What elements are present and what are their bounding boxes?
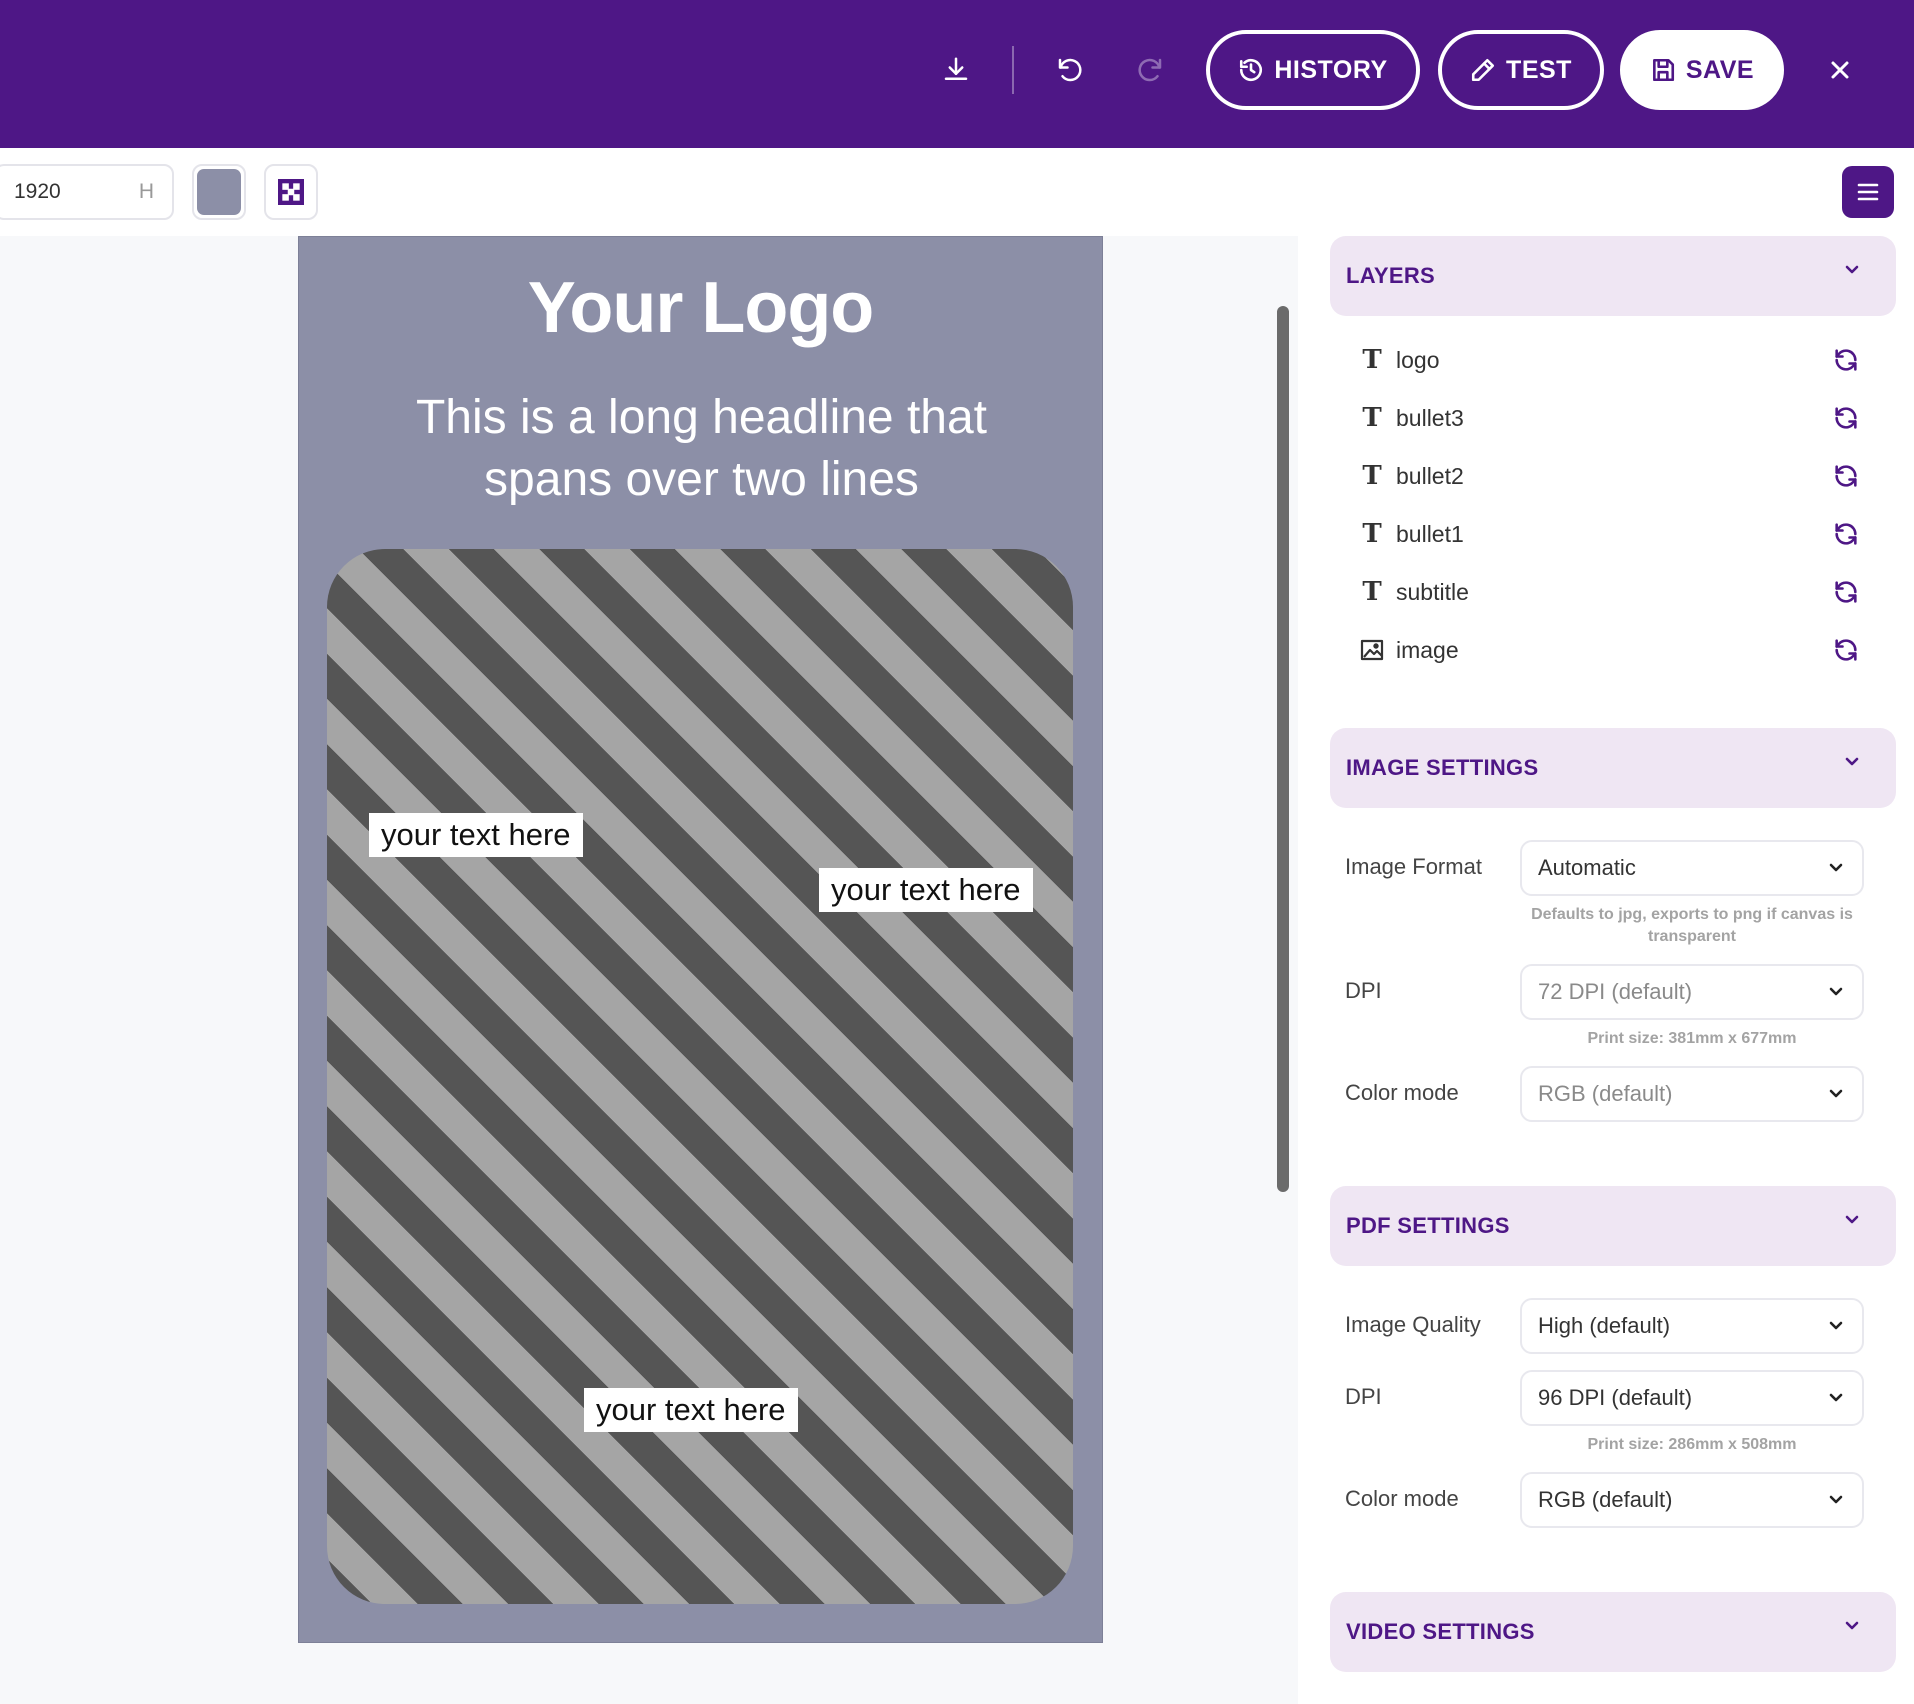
- image-layer-icon: [1360, 638, 1384, 662]
- image-print-size-hint: Print size: 381mm x 677mm: [1587, 1030, 1797, 1047]
- chevron-down-icon: [1845, 1215, 1859, 1224]
- text-layer-icon: T: [1362, 461, 1382, 491]
- pdf-settings-header[interactable]: PDF SETTINGS: [1330, 1186, 1896, 1266]
- image-format-hint: Defaults to jpg, exports to png if canva…: [1531, 906, 1853, 945]
- chevron-down-icon: [1845, 757, 1859, 766]
- pdf-settings-title: PDF SETTINGS: [1346, 1213, 1510, 1238]
- redo-icon[interactable]: [1124, 44, 1176, 96]
- layer-name: image: [1396, 636, 1459, 663]
- video-settings-title: VIDEO SETTINGS: [1346, 1619, 1535, 1644]
- chevron-down-icon: [1829, 1089, 1843, 1098]
- image-dpi-value: 72 DPI (default): [1538, 979, 1693, 1004]
- chevron-down-icon: [1845, 265, 1859, 274]
- layer-name: bullet2: [1396, 462, 1464, 489]
- chevron-down-icon: [1829, 1321, 1843, 1330]
- canvas-height-input[interactable]: 1920 H: [0, 164, 174, 220]
- layer-name: subtitle: [1396, 578, 1469, 605]
- image-dpi-label: DPI: [1345, 978, 1382, 1003]
- layer-item-bullet1[interactable]: T bullet1: [1360, 514, 1860, 554]
- sync-icon[interactable]: [1832, 578, 1860, 606]
- sync-icon[interactable]: [1832, 404, 1860, 432]
- sync-icon[interactable]: [1832, 462, 1860, 490]
- background-color-swatch: [197, 169, 241, 215]
- text-layer-icon: T: [1362, 577, 1382, 607]
- text-layer-icon: T: [1362, 519, 1382, 549]
- canvas-toolbar: 1920 H: [0, 148, 1914, 236]
- layer-item-image[interactable]: image: [1360, 630, 1860, 670]
- video-settings-header[interactable]: VIDEO SETTINGS: [1330, 1592, 1896, 1672]
- text-layer-icon: T: [1362, 345, 1382, 375]
- chevron-down-icon: [1845, 1621, 1859, 1630]
- image-format-label: Image Format: [1345, 854, 1482, 879]
- layer-name: logo: [1396, 346, 1440, 373]
- undo-icon[interactable]: [1044, 44, 1096, 96]
- chevron-down-icon: [1829, 863, 1843, 872]
- pdf-quality-value: High (default): [1538, 1313, 1671, 1338]
- image-settings-header[interactable]: IMAGE SETTINGS: [1330, 728, 1896, 808]
- save-icon: [1652, 58, 1674, 82]
- bullet-chip[interactable]: your text here: [369, 813, 583, 857]
- download-icon[interactable]: [930, 44, 982, 96]
- image-layer[interactable]: your text here your text here your text …: [327, 549, 1073, 1604]
- save-label: SAVE: [1685, 55, 1755, 84]
- pdf-color-mode-value: RGB (default): [1538, 1487, 1673, 1512]
- layer-item-logo[interactable]: T logo: [1360, 340, 1860, 380]
- test-label: TEST: [1506, 55, 1572, 84]
- hamburger-icon: [1857, 183, 1879, 201]
- pdf-color-mode-select[interactable]: RGB (default): [1520, 1472, 1864, 1528]
- image-color-mode-value: RGB (default): [1538, 1081, 1673, 1106]
- pdf-quality-label: Image Quality: [1345, 1312, 1481, 1337]
- toolbar-divider: [1012, 46, 1014, 94]
- sync-icon[interactable]: [1832, 346, 1860, 374]
- layer-item-bullet3[interactable]: T bullet3: [1360, 398, 1860, 438]
- layer-item-subtitle[interactable]: T subtitle: [1360, 572, 1860, 612]
- bullet-chip[interactable]: your text here: [584, 1388, 798, 1432]
- pdf-dpi-select[interactable]: 96 DPI (default): [1520, 1370, 1864, 1426]
- chevron-down-icon: [1829, 987, 1843, 996]
- image-format-value: Automatic: [1538, 855, 1636, 880]
- background-color-picker[interactable]: [192, 164, 246, 220]
- menu-button[interactable]: [1842, 166, 1894, 218]
- close-icon[interactable]: [1814, 44, 1866, 96]
- pdf-print-size-hint: Print size: 286mm x 508mm: [1587, 1436, 1797, 1453]
- layers-title: LAYERS: [1346, 263, 1436, 288]
- pdf-dpi-value: 96 DPI (default): [1538, 1385, 1693, 1410]
- layers-section-header[interactable]: LAYERS: [1330, 236, 1896, 316]
- transparency-toggle[interactable]: [264, 164, 318, 220]
- image-color-mode-label: Color mode: [1345, 1080, 1459, 1105]
- image-dpi-select[interactable]: 72 DPI (default): [1520, 964, 1864, 1020]
- layer-name: bullet3: [1396, 404, 1464, 431]
- pdf-dpi-label: DPI: [1345, 1384, 1382, 1409]
- chevron-down-icon: [1829, 1393, 1843, 1402]
- pencil-icon: [1471, 58, 1495, 82]
- height-unit-label: H: [138, 180, 154, 203]
- history-icon: [1240, 58, 1263, 82]
- height-value: 1920: [14, 180, 61, 203]
- pdf-quality-select[interactable]: High (default): [1520, 1298, 1864, 1354]
- text-layer-icon: T: [1362, 403, 1382, 433]
- image-color-mode-select[interactable]: RGB (default): [1520, 1066, 1864, 1122]
- pdf-color-mode-label: Color mode: [1345, 1486, 1459, 1511]
- design-artboard[interactable]: Your Logo This is a long headline that s…: [298, 236, 1103, 1643]
- layer-item-bullet2[interactable]: T bullet2: [1360, 456, 1860, 496]
- logo-layer[interactable]: Your Logo: [299, 267, 1102, 349]
- history-label: HISTORY: [1274, 55, 1388, 84]
- test-button[interactable]: TEST: [1438, 30, 1604, 110]
- save-button[interactable]: SAVE: [1620, 30, 1784, 110]
- canvas-scrollbar[interactable]: [1277, 306, 1289, 1192]
- bullet-chip[interactable]: your text here: [819, 868, 1033, 912]
- checkerboard-icon: [278, 179, 304, 205]
- image-format-select[interactable]: Automatic: [1520, 840, 1864, 896]
- headline-layer[interactable]: This is a long headline that spans over …: [359, 387, 1044, 511]
- sync-icon[interactable]: [1832, 520, 1860, 548]
- image-settings-title: IMAGE SETTINGS: [1346, 755, 1539, 780]
- layer-name: bullet1: [1396, 520, 1464, 547]
- sync-icon[interactable]: [1832, 636, 1860, 664]
- top-bar: HISTORY TEST SAVE: [0, 0, 1914, 148]
- history-button[interactable]: HISTORY: [1206, 30, 1420, 110]
- chevron-down-icon: [1829, 1495, 1843, 1504]
